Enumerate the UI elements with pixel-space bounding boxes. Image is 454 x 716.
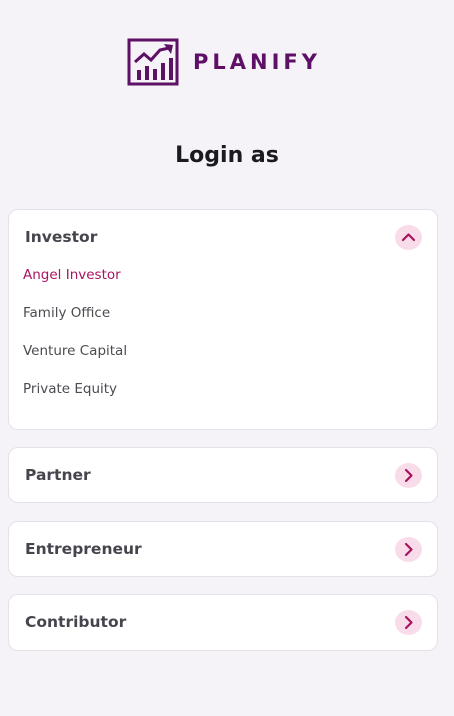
chevron-up-icon [401, 233, 416, 242]
expand-partner-button[interactable] [395, 463, 422, 488]
partner-header[interactable]: Partner [9, 448, 437, 504]
investor-header[interactable]: Investor [9, 210, 437, 266]
page-title: Login as [175, 143, 279, 168]
option-angel-investor[interactable]: Angel Investor [23, 267, 121, 283]
option-family-office[interactable]: Family Office [23, 305, 110, 321]
chevron-right-icon [404, 468, 413, 483]
entrepreneur-title: Entrepreneur [25, 540, 142, 558]
investor-title: Investor [25, 228, 98, 246]
option-venture-capital[interactable]: Venture Capital [23, 343, 127, 359]
contributor-title: Contributor [25, 613, 127, 631]
expand-entrepreneur-button[interactable] [395, 537, 422, 562]
option-private-equity[interactable]: Private Equity [23, 381, 117, 397]
collapse-investor-button[interactable] [395, 225, 422, 250]
chart-growth-icon [127, 38, 179, 86]
planify-logo: PLANIFY [127, 38, 321, 86]
contributor-section[interactable]: Contributor [8, 594, 438, 651]
contributor-header[interactable]: Contributor [9, 595, 437, 651]
entrepreneur-section[interactable]: Entrepreneur [8, 521, 438, 577]
entrepreneur-header[interactable]: Entrepreneur [9, 522, 437, 578]
chevron-right-icon [404, 542, 413, 557]
investor-section: Investor Angel Investor Family Office Ve… [8, 209, 438, 430]
brand-name: PLANIFY [193, 50, 321, 74]
partner-title: Partner [25, 466, 91, 484]
chevron-right-icon [404, 615, 413, 630]
partner-section[interactable]: Partner [8, 447, 438, 503]
expand-contributor-button[interactable] [395, 610, 422, 635]
